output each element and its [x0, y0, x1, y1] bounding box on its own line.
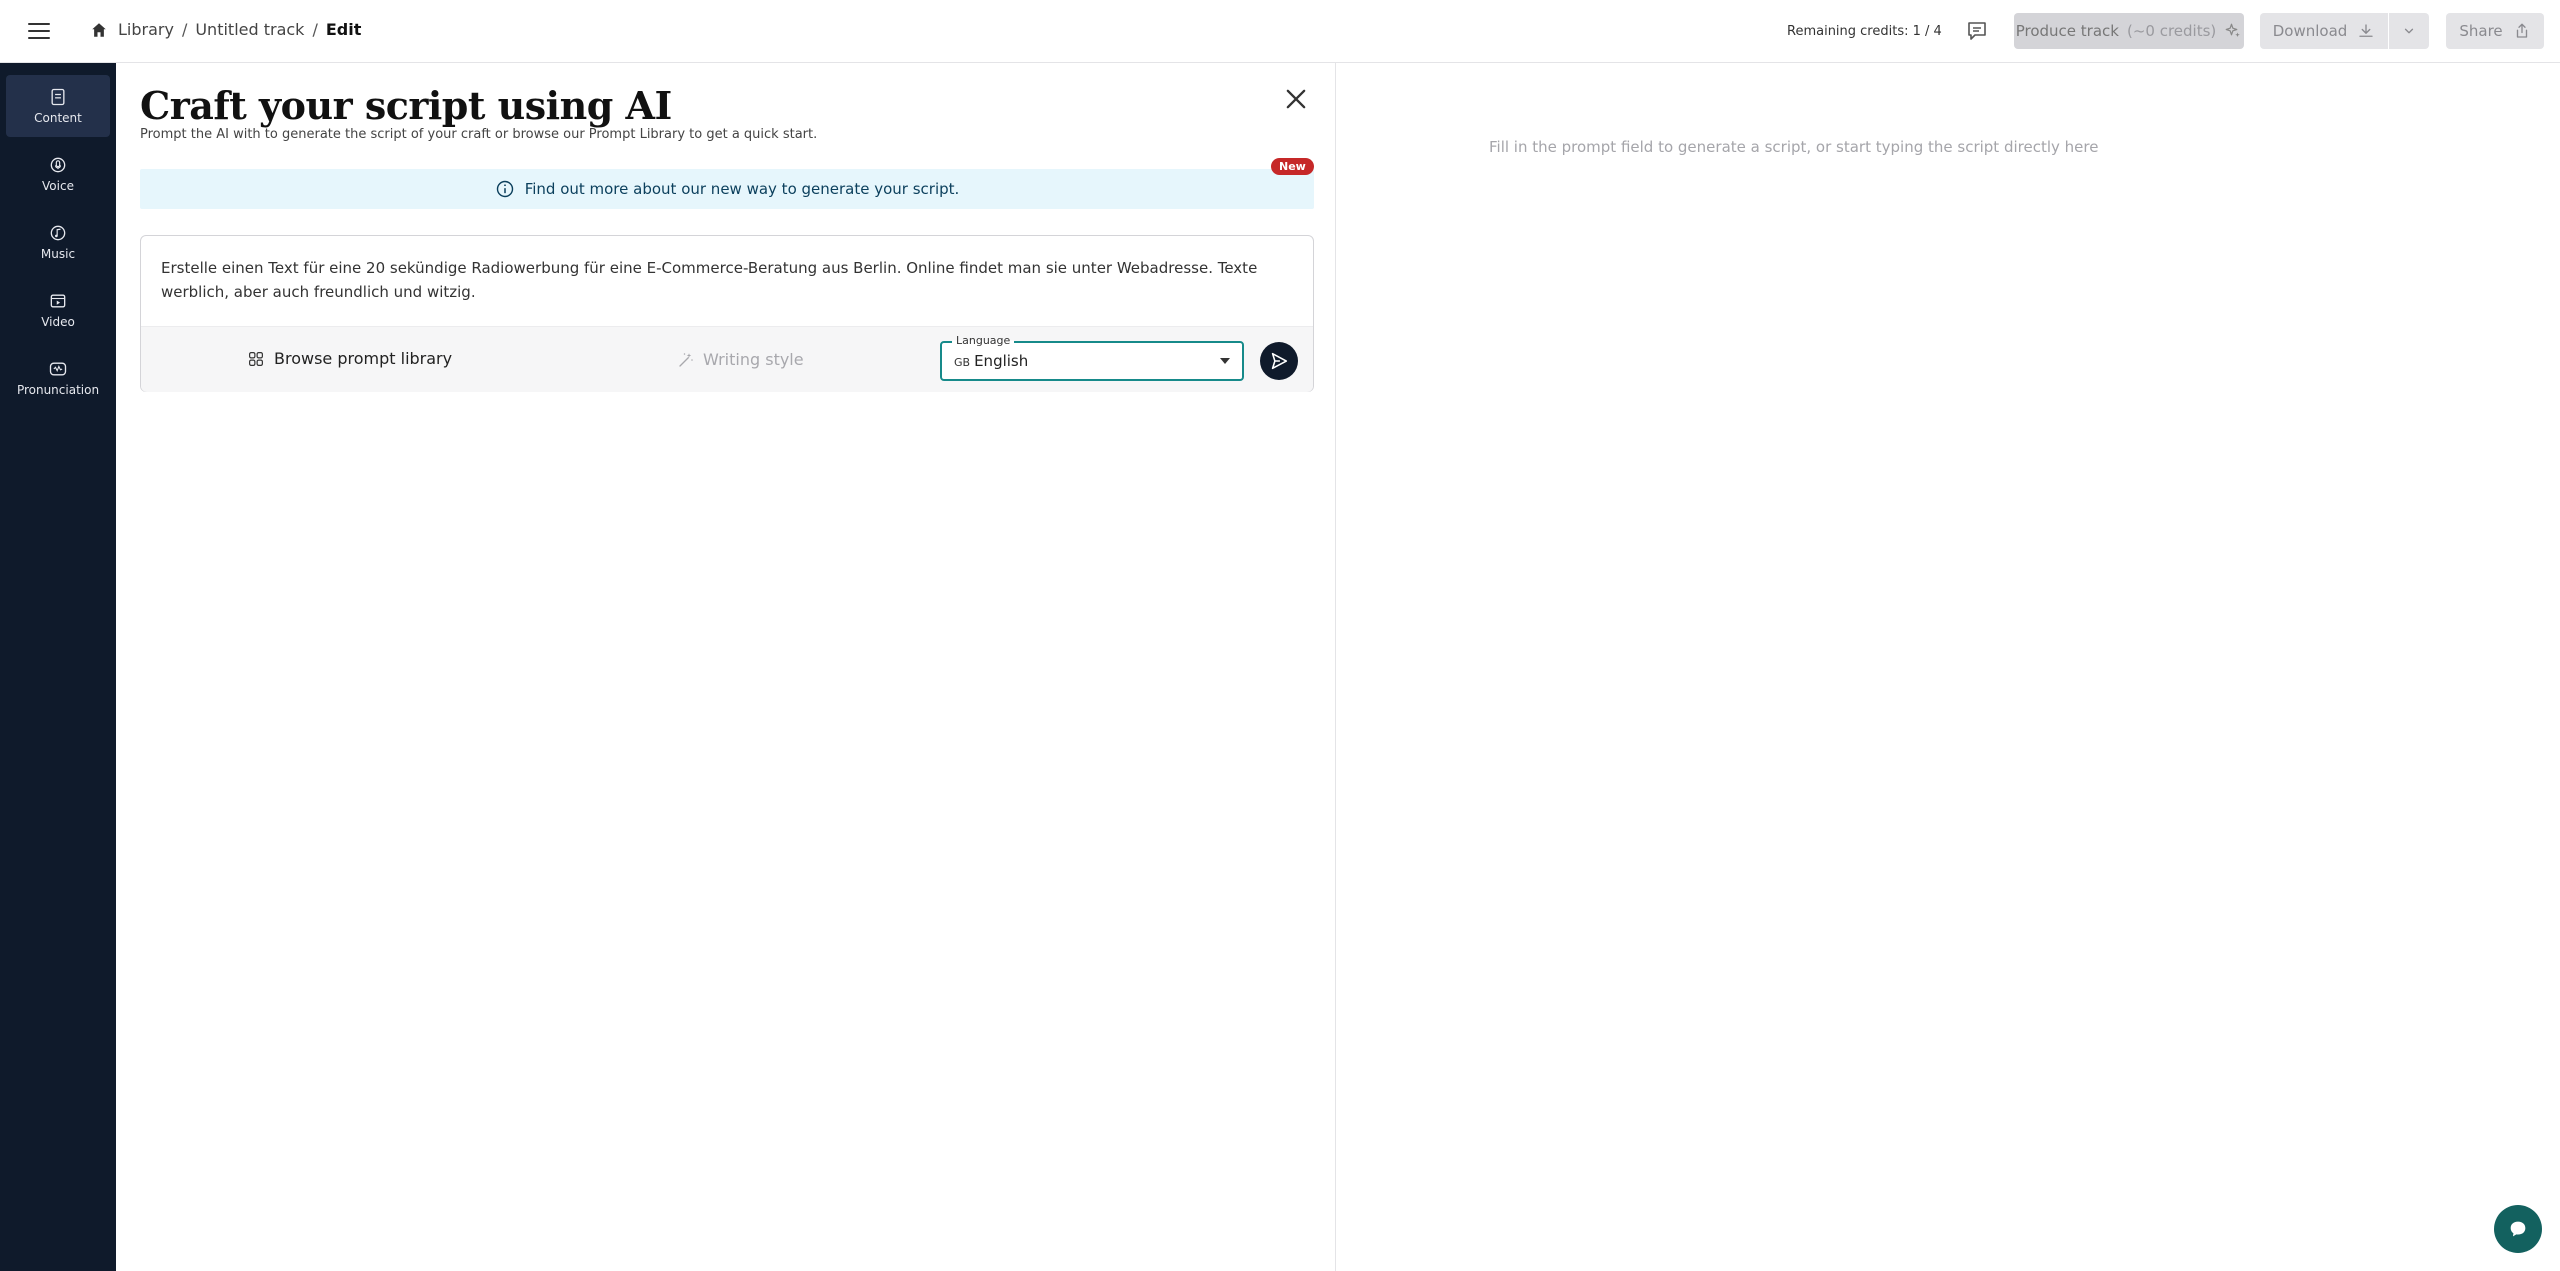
sidebar-item-label: Music	[40, 247, 76, 261]
writing-style-button[interactable]: Writing style	[677, 350, 804, 369]
share-icon	[2516, 23, 2527, 38]
info-icon	[496, 180, 513, 198]
language-name: English	[974, 352, 1029, 370]
close-icon[interactable]	[1282, 85, 1310, 113]
video-icon	[50, 294, 66, 308]
browse-prompt-library-label: Browse prompt library	[274, 349, 453, 368]
sidebar-item-music[interactable]: Music	[6, 211, 110, 273]
download-options-button[interactable]	[2389, 13, 2429, 49]
page-title: Craft your script using AI	[140, 83, 672, 128]
breadcrumb-separator: /	[181, 20, 188, 39]
language-value: GB English	[954, 352, 1028, 370]
microphone-icon	[50, 157, 66, 173]
download-label: Download	[2272, 22, 2348, 40]
send-prompt-button[interactable]	[1260, 342, 1298, 380]
prompt-panel: Craft your script using AI Prompt the AI…	[116, 63, 1336, 1271]
download-button[interactable]: Download	[2260, 13, 2388, 49]
download-icon	[2359, 24, 2373, 37]
info-banner[interactable]: Find out more about our new way to gener…	[140, 169, 1314, 209]
sidebar-item-voice[interactable]: Voice	[6, 143, 110, 205]
hamburger-menu-icon[interactable]	[28, 18, 54, 44]
flag-gb-icon: GB	[954, 356, 971, 369]
breadcrumb-library[interactable]: Library	[118, 20, 174, 39]
sidebar-item-pronunciation[interactable]: Pronunciation	[6, 347, 110, 409]
sidebar-item-label: Content	[34, 111, 82, 125]
sidebar: Content Voice Music Video Pronunciation	[0, 63, 116, 1271]
grid-icon	[249, 351, 263, 366]
sparkle-icon	[2225, 23, 2241, 37]
chat-bubble-icon	[2510, 1221, 2526, 1237]
produce-track-credits: (~0 credits)	[2126, 22, 2217, 40]
new-badge: New	[1271, 158, 1314, 175]
breadcrumb-separator: /	[312, 20, 318, 39]
music-note-icon	[50, 225, 66, 241]
info-banner-text: Find out more about our new way to gener…	[524, 180, 960, 198]
magic-wand-icon	[679, 352, 693, 367]
chat-support-button[interactable]	[2494, 1205, 2542, 1253]
prompt-toolbar: Browse prompt library Writing style Lang…	[141, 326, 1313, 392]
sidebar-item-video[interactable]: Video	[6, 279, 110, 341]
page-subtitle: Prompt the AI with to generate the scrip…	[140, 127, 818, 142]
produce-track-label: Produce track	[2015, 22, 2119, 40]
script-placeholder[interactable]: Fill in the prompt field to generate a s…	[1489, 138, 2098, 156]
browse-prompt-library-button[interactable]: Browse prompt library	[247, 349, 452, 368]
writing-style-label: Writing style	[703, 350, 804, 369]
share-button[interactable]: Share	[2446, 13, 2544, 49]
pronunciation-icon	[49, 362, 67, 376]
remaining-credits: Remaining credits: 1 / 4	[1787, 24, 1942, 39]
produce-track-button[interactable]: Produce track (~0 credits)	[2014, 13, 2244, 49]
document-icon	[51, 88, 65, 106]
prompt-card: Erstelle einen Text für eine 20 sekündig…	[140, 235, 1314, 392]
send-icon	[1271, 352, 1288, 370]
sidebar-item-content[interactable]: Content	[6, 75, 110, 137]
sidebar-item-label: Pronunciation	[16, 383, 100, 397]
language-label: Language	[952, 334, 1015, 347]
top-bar: Library / Untitled track / Edit Remainin…	[0, 0, 2560, 63]
breadcrumb-track[interactable]: Untitled track	[195, 20, 304, 39]
sidebar-item-label: Voice	[42, 179, 74, 193]
script-editor[interactable]: Fill in the prompt field to generate a s…	[1337, 63, 2560, 1271]
caret-down-icon	[1220, 358, 1230, 364]
chevron-down-icon	[2404, 28, 2414, 34]
home-icon[interactable]	[90, 21, 108, 39]
share-label: Share	[2459, 22, 2503, 40]
sidebar-item-label: Video	[41, 315, 75, 329]
prompt-input[interactable]: Erstelle einen Text für eine 20 sekündig…	[161, 256, 1281, 304]
feedback-icon[interactable]	[1965, 19, 1989, 43]
breadcrumb-current: Edit	[325, 20, 362, 39]
language-select[interactable]: Language GB English	[940, 334, 1244, 381]
breadcrumb: Library / Untitled track / Edit	[90, 20, 361, 39]
